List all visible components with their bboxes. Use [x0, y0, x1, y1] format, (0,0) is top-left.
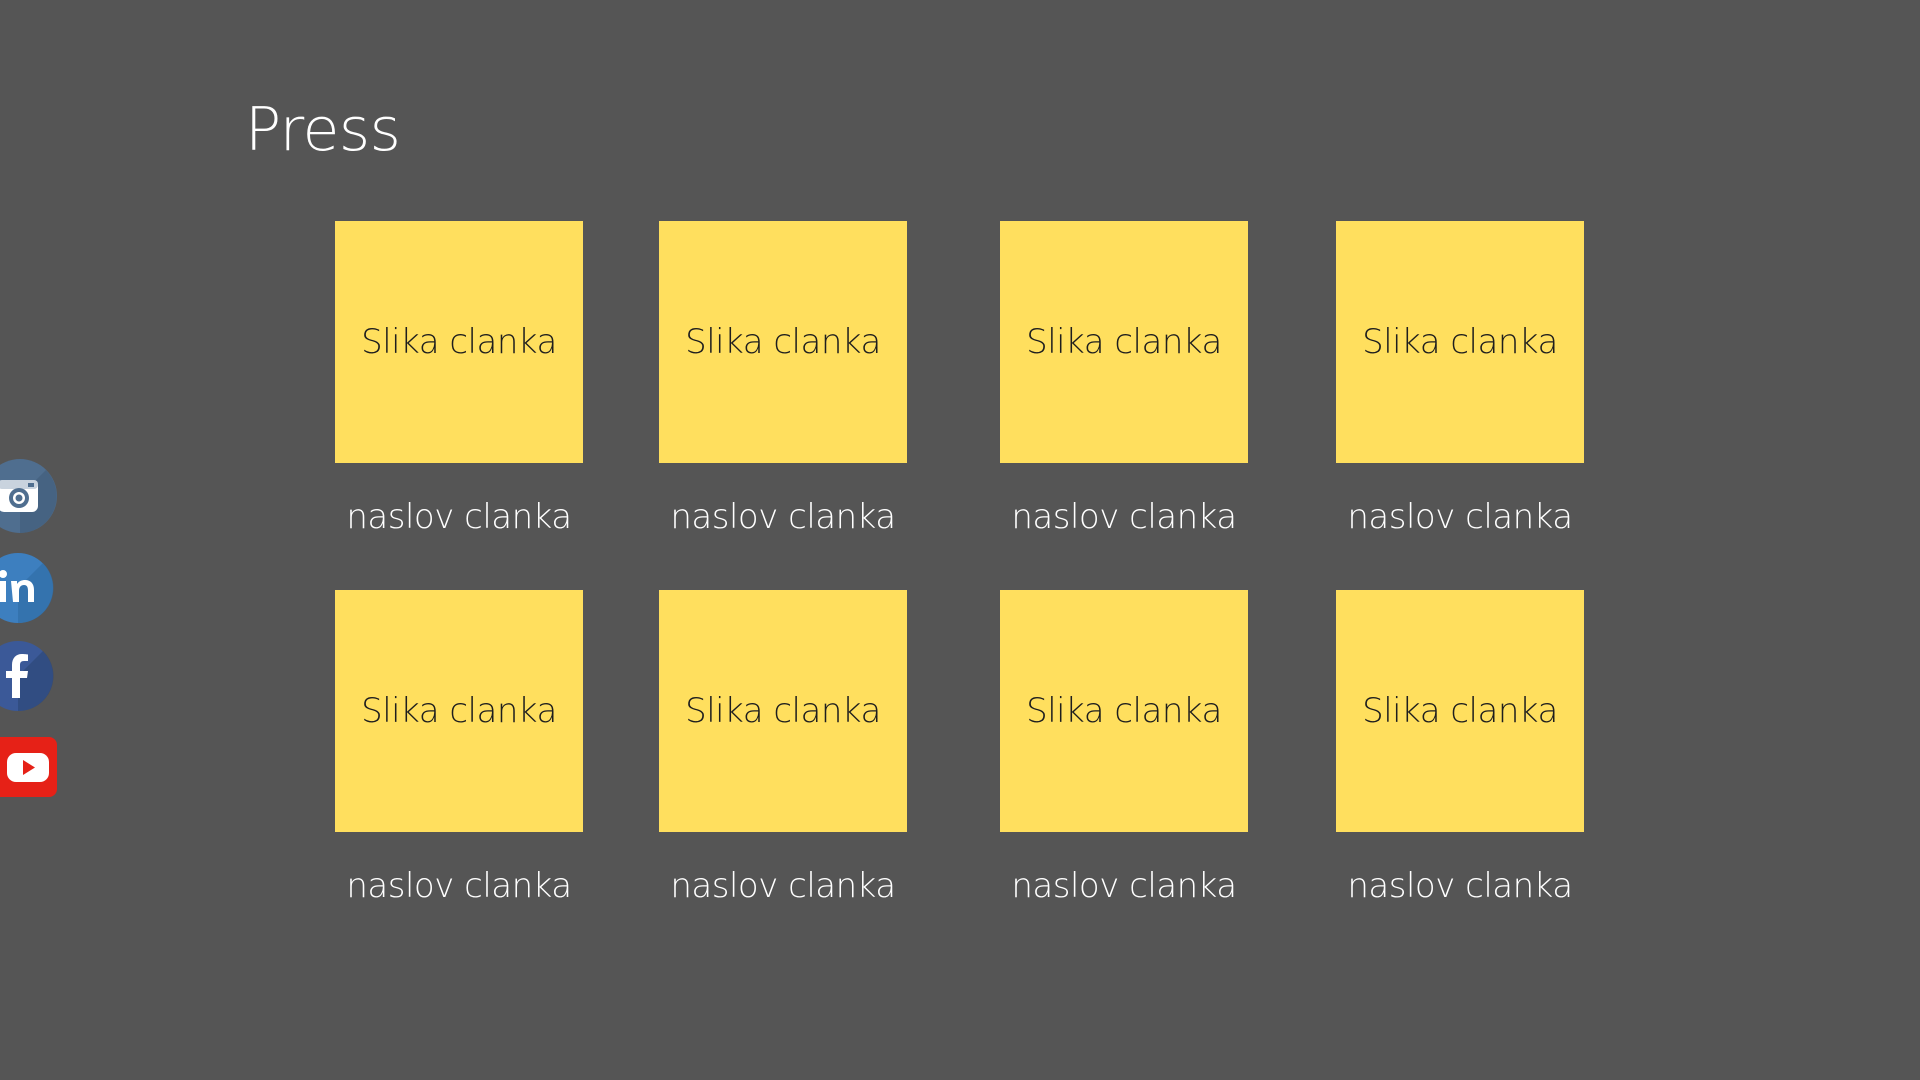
article-image[interactable]: Slika clanka — [1000, 221, 1248, 463]
article-card[interactable]: Slika clanka naslov clanka — [659, 221, 907, 537]
article-title[interactable]: naslov clanka — [1336, 866, 1584, 906]
article-card[interactable]: Slika clanka naslov clanka — [1336, 590, 1584, 906]
article-image-label: Slika clanka — [361, 322, 557, 362]
article-card[interactable]: Slika clanka naslov clanka — [1336, 221, 1584, 537]
article-image-label: Slika clanka — [685, 322, 881, 362]
article-card[interactable]: Slika clanka naslov clanka — [1000, 221, 1248, 537]
instagram-icon — [0, 459, 57, 533]
article-image[interactable]: Slika clanka — [1000, 590, 1248, 832]
article-card[interactable]: Slika clanka naslov clanka — [659, 590, 907, 906]
press-page: Press Slika clanka naslov clanka Slika c… — [0, 0, 1920, 1080]
article-title[interactable]: naslov clanka — [1000, 497, 1248, 537]
youtube-link[interactable] — [0, 737, 58, 797]
article-image-label: Slika clanka — [685, 691, 881, 731]
social-bar — [0, 0, 60, 1080]
article-title[interactable]: naslov clanka — [335, 497, 583, 537]
article-image-label: Slika clanka — [1026, 691, 1222, 731]
article-title[interactable]: naslov clanka — [1000, 866, 1248, 906]
page-title: Press — [245, 95, 401, 165]
article-title[interactable]: naslov clanka — [335, 866, 583, 906]
youtube-icon — [0, 737, 57, 797]
article-image[interactable]: Slika clanka — [659, 221, 907, 463]
article-image-label: Slika clanka — [1026, 322, 1222, 362]
instagram-link[interactable] — [0, 458, 58, 534]
article-image-label: Slika clanka — [1362, 691, 1558, 731]
article-image[interactable]: Slika clanka — [1336, 590, 1584, 832]
linkedin-icon — [0, 553, 54, 624]
article-card[interactable]: Slika clanka naslov clanka — [335, 590, 583, 906]
article-image[interactable]: Slika clanka — [1336, 221, 1584, 463]
article-title[interactable]: naslov clanka — [659, 866, 907, 906]
article-image[interactable]: Slika clanka — [335, 590, 583, 832]
article-image[interactable]: Slika clanka — [335, 221, 583, 463]
article-card[interactable]: Slika clanka naslov clanka — [335, 221, 583, 537]
facebook-icon — [0, 641, 54, 712]
article-title[interactable]: naslov clanka — [1336, 497, 1584, 537]
article-title[interactable]: naslov clanka — [659, 497, 907, 537]
article-image[interactable]: Slika clanka — [659, 590, 907, 832]
facebook-link[interactable] — [0, 640, 56, 712]
article-image-label: Slika clanka — [361, 691, 557, 731]
linkedin-link[interactable] — [0, 552, 56, 624]
article-image-label: Slika clanka — [1362, 322, 1558, 362]
article-card[interactable]: Slika clanka naslov clanka — [1000, 590, 1248, 906]
